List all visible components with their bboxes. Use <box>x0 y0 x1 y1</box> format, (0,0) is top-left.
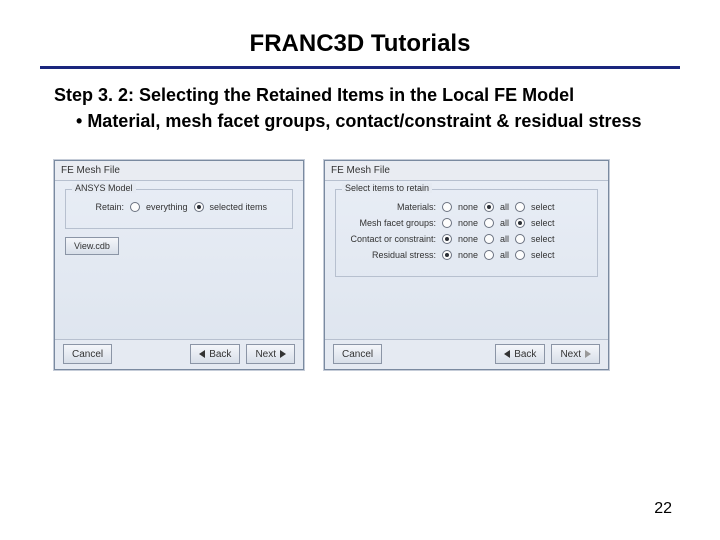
opt-none: none <box>458 234 478 244</box>
group-label: Select items to retain <box>342 183 432 193</box>
radio-mesh-none[interactable] <box>442 218 452 228</box>
opt-all: all <box>500 234 509 244</box>
opt-none: none <box>458 202 478 212</box>
next-label: Next <box>560 349 581 360</box>
back-label: Back <box>209 349 231 360</box>
radio-contact-all[interactable] <box>484 234 494 244</box>
radio-everything[interactable] <box>130 202 140 212</box>
residual-label: Residual stress: <box>344 250 436 260</box>
fe-mesh-file-dialog-1: FE Mesh File ANSYS Model Retain: everyth… <box>54 160 304 370</box>
radio-residual-select[interactable] <box>515 250 525 260</box>
cancel-button[interactable]: Cancel <box>333 344 382 364</box>
chevron-right-icon <box>585 350 591 358</box>
radio-materials-all[interactable] <box>484 202 494 212</box>
opt-none: none <box>458 218 478 228</box>
materials-label: Materials: <box>344 202 436 212</box>
step-heading: Step 3. 2: Selecting the Retained Items … <box>40 83 680 107</box>
radio-contact-select[interactable] <box>515 234 525 244</box>
contact-label: Contact or constraint: <box>344 234 436 244</box>
opt-select: select <box>531 218 555 228</box>
radio-mesh-all[interactable] <box>484 218 494 228</box>
mesh-label: Mesh facet groups: <box>344 218 436 228</box>
opt-none: none <box>458 250 478 260</box>
back-button[interactable]: Back <box>495 344 545 364</box>
chevron-right-icon <box>280 350 286 358</box>
opt-select: select <box>531 250 555 260</box>
back-label: Back <box>514 349 536 360</box>
opt-everything: everything <box>146 202 188 212</box>
radio-materials-select[interactable] <box>515 202 525 212</box>
next-button[interactable]: Next <box>246 344 295 364</box>
view-cdb-button[interactable]: View.cdb <box>65 237 119 255</box>
chevron-left-icon <box>504 350 510 358</box>
chevron-left-icon <box>199 350 205 358</box>
back-button[interactable]: Back <box>190 344 240 364</box>
dialog-title: FE Mesh File <box>55 161 303 181</box>
page-number: 22 <box>654 500 672 518</box>
group-label: ANSYS Model <box>72 183 136 193</box>
dialog-panels: FE Mesh File ANSYS Model Retain: everyth… <box>40 160 680 370</box>
radio-mesh-select[interactable] <box>515 218 525 228</box>
opt-all: all <box>500 250 509 260</box>
ansys-model-group: ANSYS Model Retain: everything selected … <box>65 189 293 229</box>
retain-label: Retain: <box>74 202 124 212</box>
cancel-button[interactable]: Cancel <box>63 344 112 364</box>
opt-selected-items: selected items <box>210 202 268 212</box>
opt-select: select <box>531 202 555 212</box>
opt-all: all <box>500 218 509 228</box>
select-items-group: Select items to retain Materials: none a… <box>335 189 598 277</box>
radio-residual-none[interactable] <box>442 250 452 260</box>
next-label: Next <box>255 349 276 360</box>
radio-selected-items[interactable] <box>194 202 204 212</box>
radio-materials-none[interactable] <box>442 202 452 212</box>
radio-residual-all[interactable] <box>484 250 494 260</box>
opt-all: all <box>500 202 509 212</box>
step-bullet: Material, mesh facet groups, contact/con… <box>40 109 680 133</box>
next-button[interactable]: Next <box>551 344 600 364</box>
page-title: FRANC3D Tutorials <box>40 20 680 69</box>
fe-mesh-file-dialog-2: FE Mesh File Select items to retain Mate… <box>324 160 609 370</box>
dialog-title: FE Mesh File <box>325 161 608 181</box>
opt-select: select <box>531 234 555 244</box>
radio-contact-none[interactable] <box>442 234 452 244</box>
